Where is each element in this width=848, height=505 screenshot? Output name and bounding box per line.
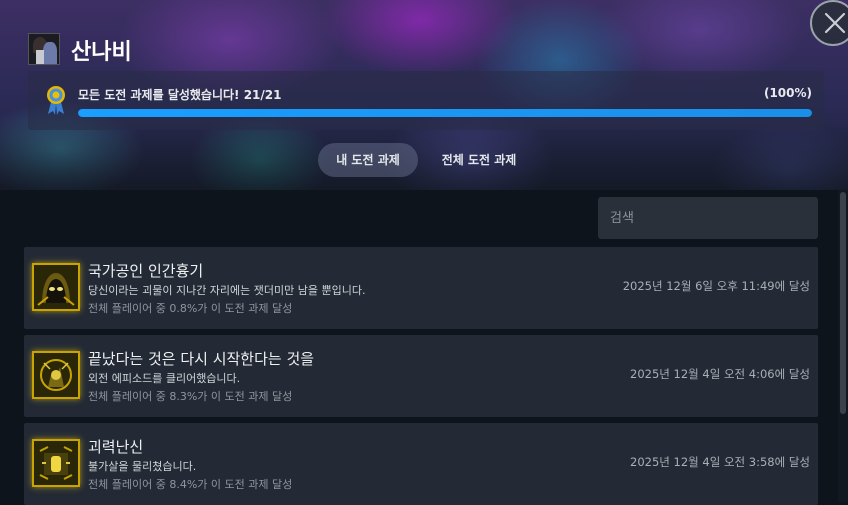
achievement-unlock-date: 2025년 12월 4일 오전 3:58에 달성 — [630, 455, 810, 469]
achievement-description: 당신이라는 괴물이 지나간 자리에는 잿더미만 남을 뿐입니다. — [88, 284, 366, 297]
achievement-row[interactable]: 국가공인 인간흉기 당신이라는 괴물이 지나간 자리에는 잿더미만 남을 뿐입니… — [24, 247, 818, 329]
progress-bar-fill — [78, 109, 812, 117]
achievement-name: 끝났다는 것은 다시 시작한다는 것을 — [88, 350, 315, 368]
tab-my-achievements[interactable]: 내 도전 과제 — [318, 143, 418, 177]
achievement-name: 국가공인 인간흉기 — [88, 262, 204, 280]
achievement-unlock-date: 2025년 12월 4일 오전 4:06에 달성 — [630, 367, 810, 381]
achievement-name: 괴력난신 — [88, 438, 144, 456]
game-logo-icon — [28, 33, 60, 65]
search-input[interactable] — [598, 197, 818, 239]
game-title: 산나비 — [71, 40, 132, 65]
achievement-row[interactable]: 끝났다는 것은 다시 시작한다는 것을 외전 에피소드를 클리어했습니다. 전체… — [24, 335, 818, 417]
close-button[interactable] — [810, 0, 848, 46]
achievement-unlock-date: 2025년 12월 6일 오후 11:49에 달성 — [622, 279, 810, 293]
progress-percent: (100%) — [763, 86, 812, 100]
achievement-global-percent: 전체 플레이어 중 8.4%가 이 도전 과제 달성 — [88, 478, 293, 491]
achievement-description: 불가살을 물리쳤습니다. — [88, 460, 197, 473]
close-icon — [824, 12, 846, 34]
achievement-icon — [32, 351, 80, 399]
achievement-global-percent: 전체 플레이어 중 8.3%가 이 도전 과제 달성 — [88, 390, 293, 403]
achievement-row[interactable]: 괴력난신 불가살을 물리쳤습니다. 전체 플레이어 중 8.4%가 이 도전 과… — [24, 423, 818, 505]
progress-text: 모든 도전 과제를 달성했습니다! 21/21 — [78, 88, 282, 102]
medal-icon — [47, 86, 65, 115]
scrollbar-thumb[interactable] — [840, 192, 846, 414]
progress-bar — [78, 109, 812, 117]
achievement-description: 외전 에피소드를 클리어했습니다. — [88, 372, 241, 385]
achievement-icon — [32, 263, 80, 311]
progress-panel: 모든 도전 과제를 달성했습니다! 21/21 (100%) — [28, 71, 824, 130]
tab-all-achievements[interactable]: 전체 도전 과제 — [425, 143, 533, 177]
achievement-icon — [32, 439, 80, 487]
achievement-global-percent: 전체 플레이어 중 0.8%가 이 도전 과제 달성 — [88, 302, 293, 315]
